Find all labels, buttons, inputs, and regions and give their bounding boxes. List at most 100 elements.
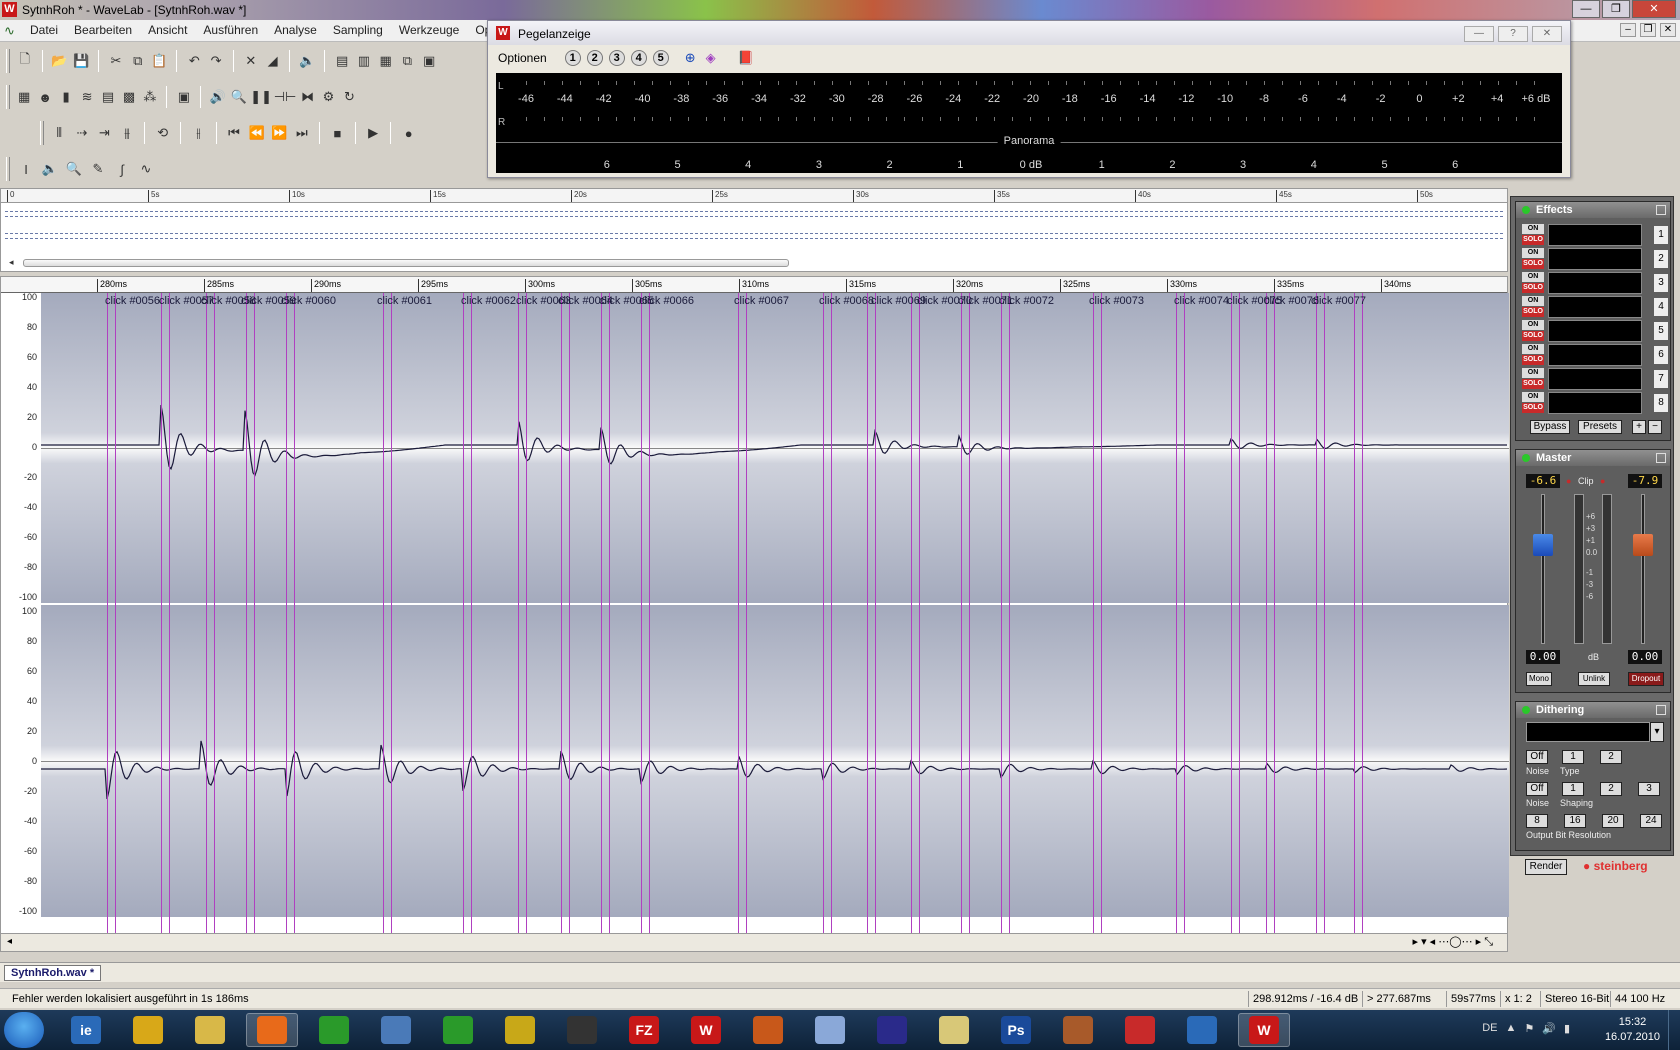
plugin-icon[interactable]: ▣	[174, 86, 193, 108]
document-tab[interactable]: SytnhRoh.wav *	[4, 965, 102, 981]
marker-line[interactable]	[601, 293, 602, 933]
marker-label[interactable]: click #0077	[1311, 295, 1366, 307]
marker-next-icon[interactable]: ⇥	[94, 122, 115, 144]
montage-view-icon[interactable]: ⁂	[140, 86, 159, 108]
marker-label[interactable]: click #0056	[105, 295, 160, 307]
dithering-collapse-button[interactable]	[1656, 705, 1666, 715]
wave-view-icon[interactable]: ≋	[78, 86, 97, 108]
stop-icon[interactable]: ■	[327, 122, 348, 144]
marker-line[interactable]	[463, 293, 464, 933]
meter-close-button[interactable]: ✕	[1532, 26, 1562, 42]
effect-plugin-slot[interactable]	[1548, 224, 1642, 246]
meter-titlebar[interactable]: W Pegelanzeige — ? ✕	[488, 21, 1570, 45]
document-icon[interactable]: ∿	[4, 24, 22, 38]
go-end-icon[interactable]: ⏭	[292, 122, 313, 144]
effect-plugin-slot[interactable]	[1548, 296, 1642, 318]
selection-start[interactable]: > 277.687ms	[1362, 991, 1435, 1007]
toolbar-grip[interactable]	[40, 121, 44, 145]
taskbar-app-10[interactable]: W	[680, 1013, 732, 1047]
on-button[interactable]: ON	[1522, 296, 1544, 306]
effect-plugin-slot[interactable]	[1548, 344, 1642, 366]
marker-line[interactable]	[1184, 293, 1185, 933]
taskbar-app-9[interactable]: FZ	[618, 1013, 670, 1047]
marker-line[interactable]	[1231, 293, 1232, 933]
marker-line[interactable]	[1176, 293, 1177, 933]
master-led[interactable]	[1522, 454, 1530, 462]
left-gain-value[interactable]: 0.00	[1526, 650, 1560, 664]
flag-icon[interactable]: ⚑	[1524, 1022, 1534, 1035]
volume-icon[interactable]: 🔊	[1542, 1022, 1556, 1035]
mdi-close-button[interactable]: ✕	[1660, 23, 1676, 37]
marker-line[interactable]	[1324, 293, 1325, 933]
marker-label[interactable]: click #0072	[999, 295, 1054, 307]
solo-button[interactable]: SOLO	[1522, 331, 1544, 341]
record-icon[interactable]: ●	[398, 122, 419, 144]
diamond-icon[interactable]: ◈	[706, 50, 716, 66]
menu-ansicht[interactable]: Ansicht	[148, 23, 187, 37]
redo-icon[interactable]: ↷	[206, 50, 226, 72]
rewind-icon[interactable]: ⏪	[246, 122, 267, 144]
marker-label[interactable]: click #0062	[461, 295, 516, 307]
scroll-left-icon[interactable]: ◂	[7, 936, 12, 947]
taskbar-app-16[interactable]	[1052, 1013, 1104, 1047]
maximize-button[interactable]: ❐	[1602, 0, 1630, 18]
effect-slot-number[interactable]: 1	[1654, 226, 1668, 244]
marker-label[interactable]: click #0073	[1089, 295, 1144, 307]
network-icon[interactable]: ▲	[1505, 1022, 1516, 1035]
play-tool-icon[interactable]: 🔈	[39, 158, 61, 180]
solo-button[interactable]: SOLO	[1522, 307, 1544, 317]
dithering-led[interactable]	[1522, 706, 1530, 714]
dither-dropdown-icon[interactable]: ▾	[1650, 722, 1664, 742]
zoom-slider[interactable]: ▸ ▾ ◂ ⋯◯⋯ ▸ ⤡	[1413, 935, 1493, 949]
solo-button[interactable]: SOLO	[1522, 379, 1544, 389]
solo-button[interactable]: SOLO	[1522, 403, 1544, 413]
fast-forward-icon[interactable]: ⏩	[269, 122, 290, 144]
search-icon[interactable]: 🔍	[229, 86, 248, 108]
copy-icon[interactable]: ⧉	[128, 50, 148, 72]
marker-line[interactable]	[1001, 293, 1002, 933]
effect-plugin-slot[interactable]	[1548, 320, 1642, 342]
noise-shaping-1[interactable]: 1	[1562, 782, 1584, 796]
marker-line[interactable]	[1239, 293, 1240, 933]
marker-label[interactable]: click #0067	[734, 295, 789, 307]
master-collapse-button[interactable]	[1656, 453, 1666, 463]
marker-line[interactable]	[746, 293, 747, 933]
globe-settings-icon[interactable]: ⊕	[685, 50, 696, 66]
meter-minimize-button[interactable]: —	[1464, 26, 1494, 42]
arrange-icon[interactable]: ▣	[419, 50, 439, 72]
marker-label[interactable]: click #0060	[281, 295, 336, 307]
on-button[interactable]: ON	[1522, 224, 1544, 234]
bit-resolution-20[interactable]: 20	[1602, 814, 1624, 828]
marker-line[interactable]	[254, 293, 255, 933]
envelope-tool-icon[interactable]: ∫	[111, 158, 133, 180]
marker-line[interactable]	[1009, 293, 1010, 933]
left-fader-track[interactable]	[1541, 494, 1545, 644]
show-desktop-button[interactable]	[1668, 1010, 1680, 1050]
marker-line[interactable]	[286, 293, 287, 933]
preset-3[interactable]: 3	[608, 50, 625, 66]
menu-bearbeiten[interactable]: Bearbeiten	[74, 23, 132, 37]
taskbar-app-0[interactable]: ie	[60, 1013, 112, 1047]
on-button[interactable]: ON	[1522, 272, 1544, 282]
menu-analyse[interactable]: Analyse	[274, 23, 317, 37]
solo-button[interactable]: SOLO	[1522, 355, 1544, 365]
cut-icon[interactable]: ✂	[106, 50, 126, 72]
mono-button[interactable]: Mono	[1526, 672, 1552, 686]
grid-view-icon[interactable]: ▩	[119, 86, 138, 108]
language-indicator[interactable]: DE	[1482, 1022, 1497, 1035]
taskbar-app-19[interactable]: W	[1238, 1013, 1290, 1047]
options-menu[interactable]: Optionen	[498, 51, 547, 65]
loop-icon[interactable]: ↻	[340, 86, 359, 108]
marker-line[interactable]	[1354, 293, 1355, 933]
bit-resolution-24[interactable]: 24	[1640, 814, 1662, 828]
marker-line[interactable]	[1362, 293, 1363, 933]
taskbar-app-4[interactable]	[308, 1013, 360, 1047]
noise-shaping-3[interactable]: 3	[1638, 782, 1660, 796]
preset-2[interactable]: 2	[586, 50, 603, 66]
tile-vertical-icon[interactable]: ▥	[354, 50, 374, 72]
marker-label[interactable]: click #0066	[639, 295, 694, 307]
bypass-button[interactable]: Bypass	[1530, 420, 1570, 434]
taskbar-app-12[interactable]	[804, 1013, 856, 1047]
clock[interactable]: 15:32 16.07.2010	[1605, 1015, 1660, 1045]
marker-line[interactable]	[609, 293, 610, 933]
